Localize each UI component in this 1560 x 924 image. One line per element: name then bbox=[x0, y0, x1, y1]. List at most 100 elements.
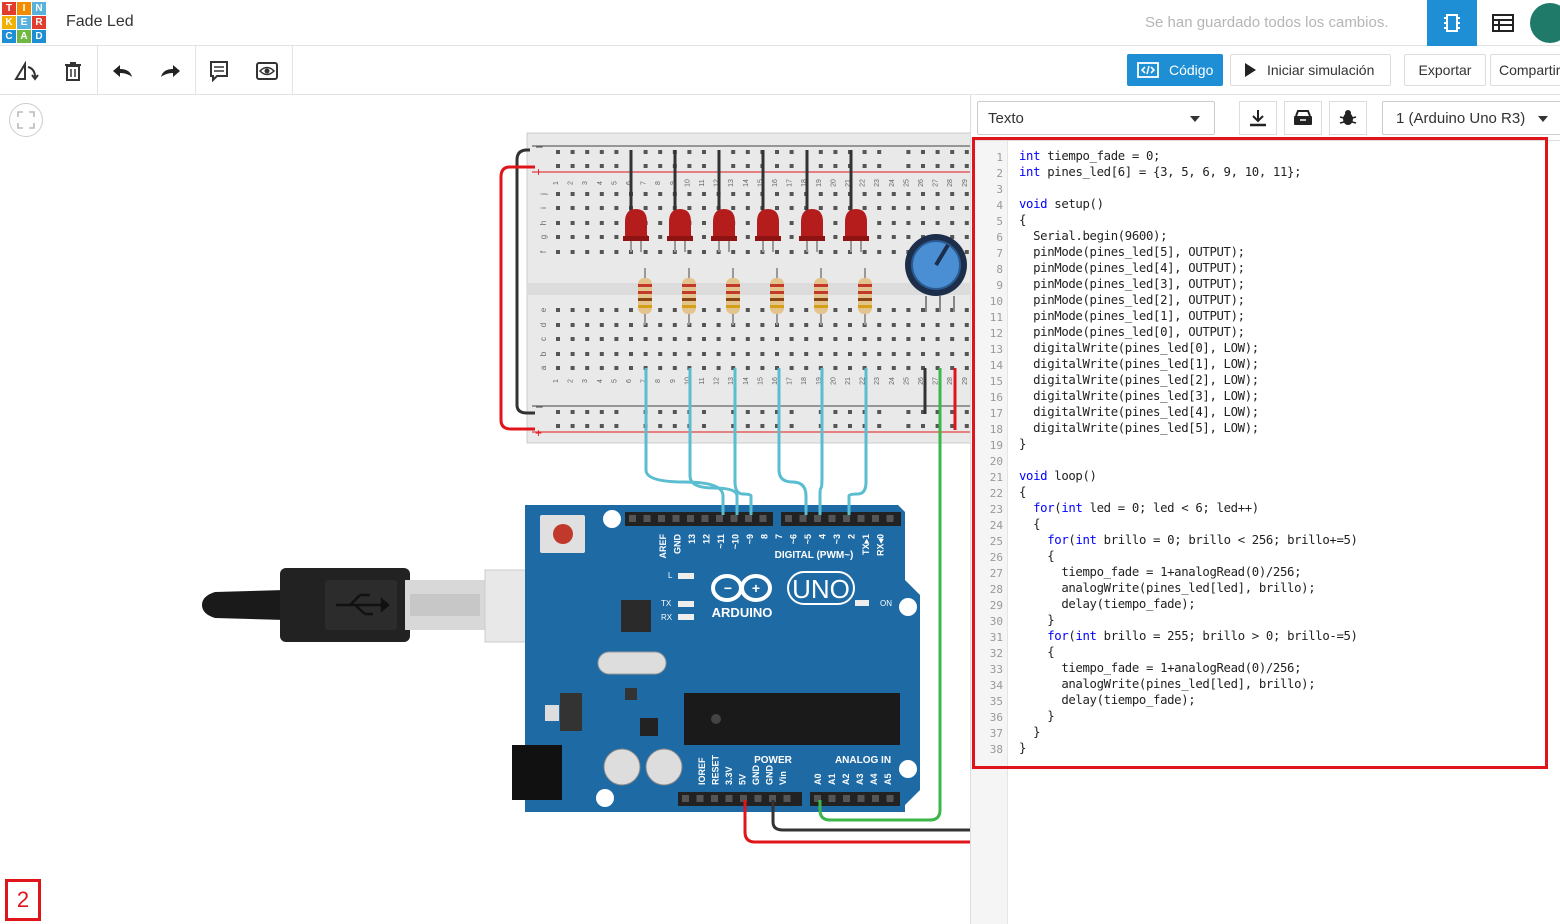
code-line[interactable]: void setup() bbox=[1019, 197, 1358, 213]
code-line[interactable]: } bbox=[1019, 709, 1358, 725]
notes-button[interactable] bbox=[204, 56, 234, 86]
resistor[interactable] bbox=[638, 278, 652, 314]
code-line[interactable]: digitalWrite(pines_led[4], LOW); bbox=[1019, 405, 1358, 421]
code-line[interactable]: } bbox=[1019, 613, 1358, 629]
code-line[interactable]: delay(tiempo_fade); bbox=[1019, 597, 1358, 613]
share-button[interactable]: Compartir bbox=[1490, 54, 1560, 86]
arduino-uno-board[interactable]: − + UNO ARDUINO DIGITAL (PWM~) POWER ANA… bbox=[512, 505, 920, 812]
resistor[interactable] bbox=[770, 278, 784, 314]
arduino-pin-label: A2 bbox=[841, 773, 851, 785]
code-line[interactable]: pinMode(pines_led[5], OUTPUT); bbox=[1019, 245, 1358, 261]
circuit-diagram[interactable]: − + UNO ARDUINO DIGITAL (PWM~) POWER ANA… bbox=[0, 95, 970, 924]
export-button[interactable]: Exportar bbox=[1404, 54, 1486, 86]
code-line[interactable]: { bbox=[1019, 517, 1358, 533]
line-number: 30 bbox=[989, 615, 1003, 628]
code-line[interactable]: int pines_led[6] = {3, 5, 6, 9, 10, 11}; bbox=[1019, 165, 1358, 181]
tinkercad-logo[interactable]: TIN KER CAD bbox=[2, 2, 46, 44]
breadboard-column-number: 11 bbox=[699, 377, 706, 384]
code-line[interactable]: } bbox=[1019, 741, 1358, 757]
line-numbers: 1 2 3 4 5 6 7 8 9 10 11 12 13 14 15 16 17 18 19 20 21 22 23 24 2… bbox=[971, 141, 1008, 924]
arduino-pin-label: AREF bbox=[658, 533, 668, 558]
code-line[interactable]: int tiempo_fade = 0; bbox=[1019, 149, 1358, 165]
library-button[interactable] bbox=[1284, 101, 1322, 135]
line-number: 7 bbox=[996, 247, 1003, 260]
delete-button[interactable] bbox=[58, 56, 88, 86]
code-line[interactable]: digitalWrite(pines_led[3], LOW); bbox=[1019, 389, 1358, 405]
code-line[interactable] bbox=[1019, 453, 1358, 469]
red-led[interactable] bbox=[845, 209, 867, 238]
code-text[interactable]: int tiempo_fade = 0; int pines_led[6] = {… bbox=[1019, 149, 1358, 757]
arduino-pin-label: GND bbox=[765, 765, 775, 786]
code-line[interactable]: { bbox=[1019, 549, 1358, 565]
user-avatar[interactable] bbox=[1530, 3, 1560, 43]
resistor[interactable] bbox=[814, 278, 828, 314]
code-line[interactable]: Serial.begin(9600); bbox=[1019, 229, 1358, 245]
code-line[interactable]: tiempo_fade = 1+analogRead(0)/256; bbox=[1019, 565, 1358, 581]
project-title[interactable]: Fade Led bbox=[66, 13, 134, 31]
breadboard-column-number: 6 bbox=[626, 379, 633, 383]
circuit-view-button[interactable] bbox=[1427, 0, 1477, 46]
code-line[interactable]: analogWrite(pines_led[led], brillo); bbox=[1019, 581, 1358, 597]
breadboard-row-letter: c bbox=[539, 337, 548, 341]
line-number: 26 bbox=[989, 551, 1003, 564]
download-code-button[interactable] bbox=[1239, 101, 1277, 135]
code-line[interactable]: { bbox=[1019, 485, 1358, 501]
bug-icon bbox=[1339, 110, 1357, 125]
code-line[interactable]: digitalWrite(pines_led[1], LOW); bbox=[1019, 357, 1358, 373]
resistor[interactable] bbox=[682, 278, 696, 314]
line-number: 37 bbox=[989, 727, 1003, 740]
code-line[interactable]: for(int brillo = 0; brillo < 256; brillo… bbox=[1019, 533, 1358, 549]
logo-letter: C bbox=[2, 30, 16, 43]
code-editor[interactable]: 1 2 3 4 5 6 7 8 9 10 11 12 13 14 15 16 17 18 19 20 21 22 23 24 2… bbox=[971, 141, 1560, 924]
redo-button[interactable] bbox=[155, 56, 185, 86]
code-line[interactable]: for(int led = 0; led < 6; led++) bbox=[1019, 501, 1358, 517]
resistor[interactable] bbox=[858, 278, 872, 314]
rotate-button[interactable] bbox=[11, 56, 41, 86]
breadboard[interactable]: – + – + jihgfedcba 112233445566778899101… bbox=[526, 132, 970, 444]
line-number: 36 bbox=[989, 711, 1003, 724]
reset-button[interactable] bbox=[553, 524, 573, 544]
code-line[interactable]: for(int brillo = 255; brillo > 0; brillo… bbox=[1019, 629, 1358, 645]
code-line[interactable]: delay(tiempo_fade); bbox=[1019, 693, 1358, 709]
undo-button[interactable] bbox=[108, 56, 138, 86]
code-mode-select[interactable]: Texto bbox=[977, 101, 1215, 135]
red-led[interactable] bbox=[669, 209, 691, 238]
code-line[interactable]: } bbox=[1019, 437, 1358, 453]
code-line[interactable]: digitalWrite(pines_led[2], LOW); bbox=[1019, 373, 1358, 389]
red-led[interactable] bbox=[713, 209, 735, 238]
code-line[interactable]: void loop() bbox=[1019, 469, 1358, 485]
debugger-button[interactable] bbox=[1329, 101, 1367, 135]
code-line[interactable]: analogWrite(pines_led[led], brillo); bbox=[1019, 677, 1358, 693]
circuit-canvas[interactable]: − + UNO ARDUINO DIGITAL (PWM~) POWER ANA… bbox=[0, 95, 970, 924]
breadboard-column-number: 9 bbox=[670, 379, 677, 383]
device-select[interactable]: 1 (Arduino Uno R3) bbox=[1382, 101, 1560, 135]
code-line[interactable]: pinMode(pines_led[4], OUTPUT); bbox=[1019, 261, 1358, 277]
toggle-notes-visibility-button[interactable] bbox=[252, 56, 282, 86]
component-list-button[interactable] bbox=[1480, 0, 1526, 46]
code-line[interactable]: pinMode(pines_led[0], OUTPUT); bbox=[1019, 325, 1358, 341]
rail-minus-bottom: – bbox=[536, 399, 543, 413]
code-line[interactable] bbox=[1019, 181, 1358, 197]
tx-led-label: TX bbox=[661, 599, 672, 608]
red-led[interactable] bbox=[801, 209, 823, 238]
code-line[interactable]: } bbox=[1019, 725, 1358, 741]
code-line[interactable]: pinMode(pines_led[1], OUTPUT); bbox=[1019, 309, 1358, 325]
start-simulation-button[interactable]: Iniciar simulación bbox=[1230, 54, 1391, 86]
code-line[interactable]: digitalWrite(pines_led[0], LOW); bbox=[1019, 341, 1358, 357]
red-led[interactable] bbox=[625, 209, 647, 238]
line-number: 5 bbox=[996, 215, 1003, 228]
breadboard-column-number: 22 bbox=[860, 179, 867, 187]
code-line[interactable]: pinMode(pines_led[3], OUTPUT); bbox=[1019, 277, 1358, 293]
breadboard-row-letter: g bbox=[539, 235, 548, 239]
breadboard-row-letter: e bbox=[539, 307, 548, 312]
code-button[interactable]: Código bbox=[1127, 54, 1223, 86]
start-simulation-label: Iniciar simulación bbox=[1267, 62, 1375, 78]
code-line[interactable]: pinMode(pines_led[2], OUTPUT); bbox=[1019, 293, 1358, 309]
code-line[interactable]: { bbox=[1019, 645, 1358, 661]
code-line[interactable]: tiempo_fade = 1+analogRead(0)/256; bbox=[1019, 661, 1358, 677]
breadboard-column-number: 8 bbox=[655, 379, 662, 383]
red-led[interactable] bbox=[757, 209, 779, 238]
resistor[interactable] bbox=[726, 278, 740, 314]
code-line[interactable]: digitalWrite(pines_led[5], LOW); bbox=[1019, 421, 1358, 437]
code-line[interactable]: { bbox=[1019, 213, 1358, 229]
